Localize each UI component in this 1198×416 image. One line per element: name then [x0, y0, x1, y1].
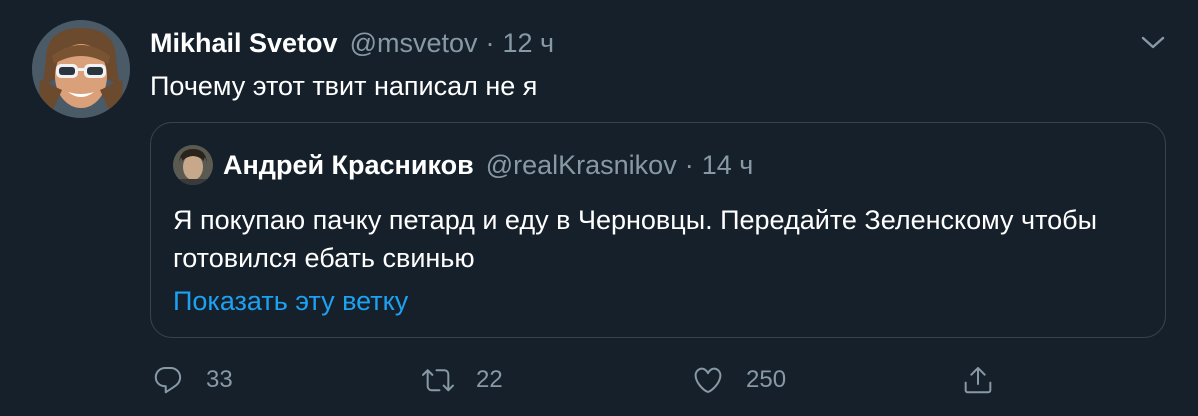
chevron-down-icon[interactable]	[1138, 30, 1168, 54]
reply-count: 33	[206, 366, 233, 393]
reply-button[interactable]: 33	[152, 358, 233, 402]
quoted-author-handle: @realKrasnikov	[485, 149, 677, 180]
quoted-tweet-text: Я покупаю пачку петард и еду в Черновцы.…	[173, 205, 1098, 273]
quoted-tweet-card[interactable]: Андрей Красников @realKrasnikov · 14 ч Я…	[150, 122, 1166, 338]
author-avatar[interactable]	[32, 20, 130, 118]
heart-icon	[692, 364, 724, 396]
author-name[interactable]: Mikhail Svetov	[150, 28, 338, 59]
reply-icon	[152, 364, 184, 396]
share-icon	[962, 364, 994, 396]
tweet-text: Почему этот твит написал не я	[150, 71, 538, 101]
separator-dot: ·	[485, 27, 495, 58]
retweet-icon	[422, 364, 454, 396]
separator-dot: ·	[684, 149, 694, 180]
show-thread-link[interactable]: Показать эту ветку	[173, 285, 408, 317]
share-button[interactable]	[962, 358, 994, 402]
retweet-count: 22	[476, 366, 503, 393]
like-button[interactable]: 250	[692, 358, 786, 402]
quoted-tweet-header: Андрей Красников @realKrasnikov · 14 ч	[223, 149, 753, 181]
quoted-author-name: Андрей Красников	[223, 149, 474, 180]
tweet-header: Mikhail Svetov @msvetov · 12 ч	[150, 26, 554, 60]
tweet[interactable]: Mikhail Svetov @msvetov · 12 ч Почему эт…	[0, 0, 1198, 416]
author-handle[interactable]: @msvetov	[350, 28, 478, 59]
like-count: 250	[746, 366, 787, 393]
quoted-author-avatar	[173, 145, 213, 185]
retweet-button[interactable]: 22	[422, 358, 503, 402]
quoted-tweet-timestamp: 14 ч	[701, 149, 754, 180]
tweet-timestamp[interactable]: 12 ч	[503, 28, 555, 59]
tweet-actions: 33 22 250	[0, 358, 1198, 402]
